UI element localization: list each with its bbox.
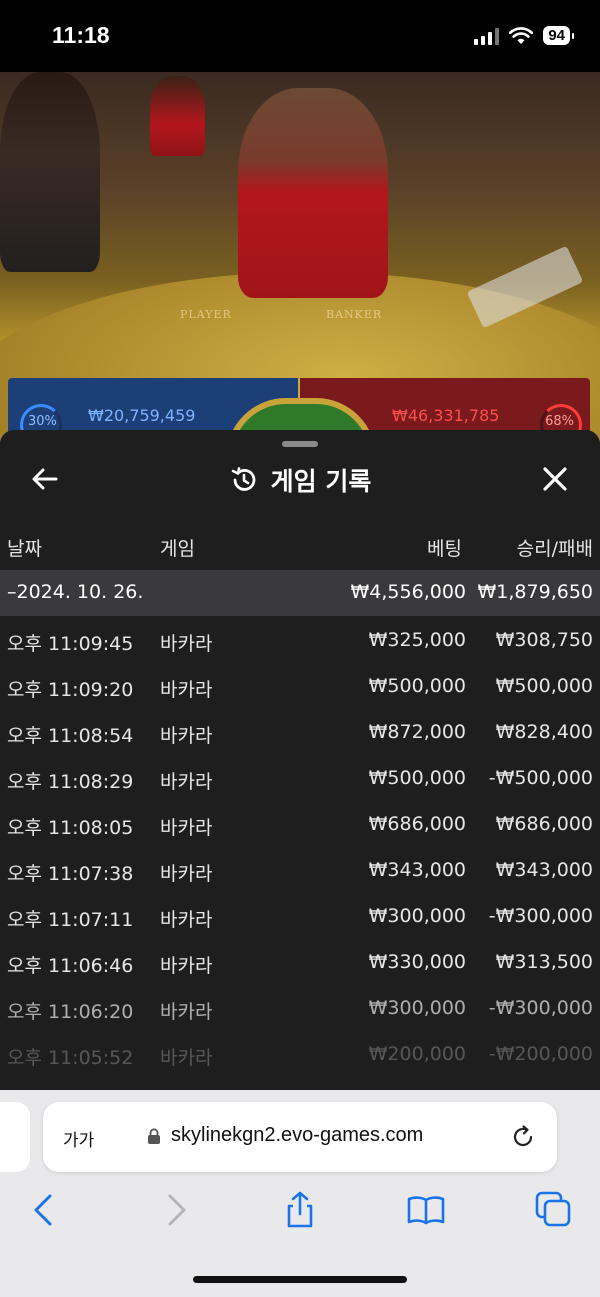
row-bet: ₩300,000 <box>368 905 466 927</box>
sheet-grabber[interactable] <box>282 441 318 447</box>
row-time: 오후 11:06:20 <box>7 1001 134 1023</box>
row-win-loss: ₩686,000 <box>495 813 593 835</box>
row-time: 오후 11:09:20 <box>7 679 134 701</box>
row-bet: ₩325,000 <box>368 629 466 651</box>
row-game: 바카라 <box>160 1047 213 1069</box>
row-time: 오후 11:05:52 <box>7 1047 134 1069</box>
home-indicator[interactable] <box>193 1276 407 1283</box>
history-rows: 오후 11:09:45 바카라 ₩325,000 ₩308,750 오후 11:… <box>0 618 600 1078</box>
felt-label-player: PLAYER <box>180 308 232 321</box>
row-win-loss: ₩308,750 <box>495 629 593 651</box>
row-time: 오후 11:07:38 <box>7 863 134 885</box>
bookmarks-icon[interactable] <box>406 1190 446 1230</box>
row-time: 오후 11:08:54 <box>7 725 134 747</box>
close-icon[interactable] <box>540 464 570 494</box>
history-row[interactable]: 오후 11:09:45 바카라 ₩325,000 ₩308,750 <box>0 618 600 664</box>
banker-percent: 68% <box>545 414 574 429</box>
row-time: 오후 11:06:46 <box>7 955 134 977</box>
row-game: 바카라 <box>160 1001 213 1023</box>
history-row[interactable]: 오후 11:08:05 바카라 ₩686,000 ₩686,000 <box>0 802 600 848</box>
column-header-win-loss: 승리/패배 <box>516 538 593 560</box>
row-game: 바카라 <box>160 909 213 931</box>
sheet-title-group: 게임 기록 <box>0 462 600 498</box>
row-bet: ₩500,000 <box>368 767 466 789</box>
browser-chrome: 가가 skylinekgn2.evo-games.com <box>0 1090 600 1297</box>
row-bet: ₩872,000 <box>368 721 466 743</box>
row-game: 바카라 <box>160 679 213 701</box>
row-game: 바카라 <box>160 725 213 747</box>
url-text[interactable]: skylinekgn2.evo-games.com <box>171 1124 423 1147</box>
row-win-loss: ₩500,000 <box>495 675 593 697</box>
row-time: 오후 11:08:05 <box>7 817 134 839</box>
cellular-signal-icon <box>474 27 500 45</box>
address-bar[interactable]: 가가 skylinekgn2.evo-games.com <box>43 1102 557 1172</box>
row-win-loss: ₩313,500 <box>495 951 593 973</box>
history-row[interactable]: 오후 11:08:29 바카라 ₩500,000 -₩500,000 <box>0 756 600 802</box>
text-size-button[interactable]: 가가 <box>63 1126 94 1151</box>
row-time: 오후 11:08:29 <box>7 771 134 793</box>
row-time: 오후 11:07:11 <box>7 909 134 931</box>
battery-indicator: 94 <box>543 26 574 45</box>
tabs-icon[interactable] <box>534 1190 574 1230</box>
game-history-sheet: 게임 기록 날짜 게임 베팅 승리/패배 –2024. 10. 26. ₩4,5… <box>0 430 600 1090</box>
dealer-figure-main <box>238 88 388 298</box>
sheet-title: 게임 기록 <box>270 467 372 496</box>
row-game: 바카라 <box>160 633 213 655</box>
dealer-figure-back <box>150 76 205 156</box>
status-time: 11:18 <box>52 22 110 48</box>
back-chevron-icon[interactable] <box>24 1190 64 1230</box>
banker-amount: ₩46,331,785 <box>392 406 500 425</box>
history-row[interactable]: 오후 11:09:20 바카라 ₩500,000 ₩500,000 <box>0 664 600 710</box>
row-game: 바카라 <box>160 955 213 977</box>
history-row[interactable]: 오후 11:06:20 바카라 ₩300,000 -₩300,000 <box>0 986 600 1032</box>
live-video-feed[interactable]: PLAYER BANKER 30% ₩20,759,459 ₩46,331,78… <box>0 72 600 452</box>
player-amount: ₩20,759,459 <box>88 406 196 425</box>
column-header-game: 게임 <box>160 538 195 560</box>
row-bet: ₩343,000 <box>368 859 466 881</box>
browser-toolbar <box>0 1190 600 1234</box>
status-icons: 94 <box>474 26 574 45</box>
previous-tab-stub[interactable] <box>0 1102 30 1172</box>
row-game: 바카라 <box>160 817 213 839</box>
date-group-win-total: ₩1,879,650 <box>477 581 593 603</box>
forward-chevron-icon[interactable] <box>156 1190 196 1230</box>
row-game: 바카라 <box>160 863 213 885</box>
player-percent: 30% <box>28 414 57 429</box>
row-bet: ₩330,000 <box>368 951 466 973</box>
row-bet: ₩686,000 <box>368 813 466 835</box>
sheet-header: 게임 기록 <box>0 452 600 512</box>
row-win-loss: ₩343,000 <box>495 859 593 881</box>
column-header-bet: 베팅 <box>427 538 462 560</box>
lock-icon <box>148 1128 160 1144</box>
row-win-loss: -₩300,000 <box>488 905 593 927</box>
history-icon <box>231 467 256 491</box>
row-bet: ₩500,000 <box>368 675 466 697</box>
history-row[interactable]: 오후 11:05:52 바카라 ₩200,000 -₩200,000 <box>0 1032 600 1078</box>
history-row[interactable]: 오후 11:08:54 바카라 ₩872,000 ₩828,400 <box>0 710 600 756</box>
row-bet: ₩300,000 <box>368 997 466 1019</box>
date-group-bet-total: ₩4,556,000 <box>350 581 466 603</box>
wifi-icon <box>509 26 534 44</box>
history-row[interactable]: 오후 11:07:38 바카라 ₩343,000 ₩343,000 <box>0 848 600 894</box>
felt-label-banker: BANKER <box>326 308 383 321</box>
status-bar: 11:18 94 <box>0 0 600 72</box>
row-win-loss: -₩200,000 <box>488 1043 593 1065</box>
history-row[interactable]: 오후 11:07:11 바카라 ₩300,000 -₩300,000 <box>0 894 600 940</box>
history-column-headers: 날짜 게임 베팅 승리/패배 <box>0 534 600 564</box>
row-win-loss: ₩828,400 <box>495 721 593 743</box>
row-win-loss: -₩300,000 <box>488 997 593 1019</box>
row-time: 오후 11:09:45 <box>7 633 134 655</box>
reload-icon[interactable] <box>509 1123 537 1151</box>
row-bet: ₩200,000 <box>368 1043 466 1065</box>
row-game: 바카라 <box>160 771 213 793</box>
column-header-date: 날짜 <box>7 538 42 560</box>
row-win-loss: -₩500,000 <box>488 767 593 789</box>
dealer-figure-left <box>0 72 100 272</box>
history-row[interactable]: 오후 11:06:46 바카라 ₩330,000 ₩313,500 <box>0 940 600 986</box>
share-icon[interactable] <box>280 1190 320 1230</box>
date-group-label: –2024. 10. 26. <box>7 581 144 603</box>
date-group-row[interactable]: –2024. 10. 26. ₩4,556,000 ₩1,879,650 <box>0 570 600 616</box>
